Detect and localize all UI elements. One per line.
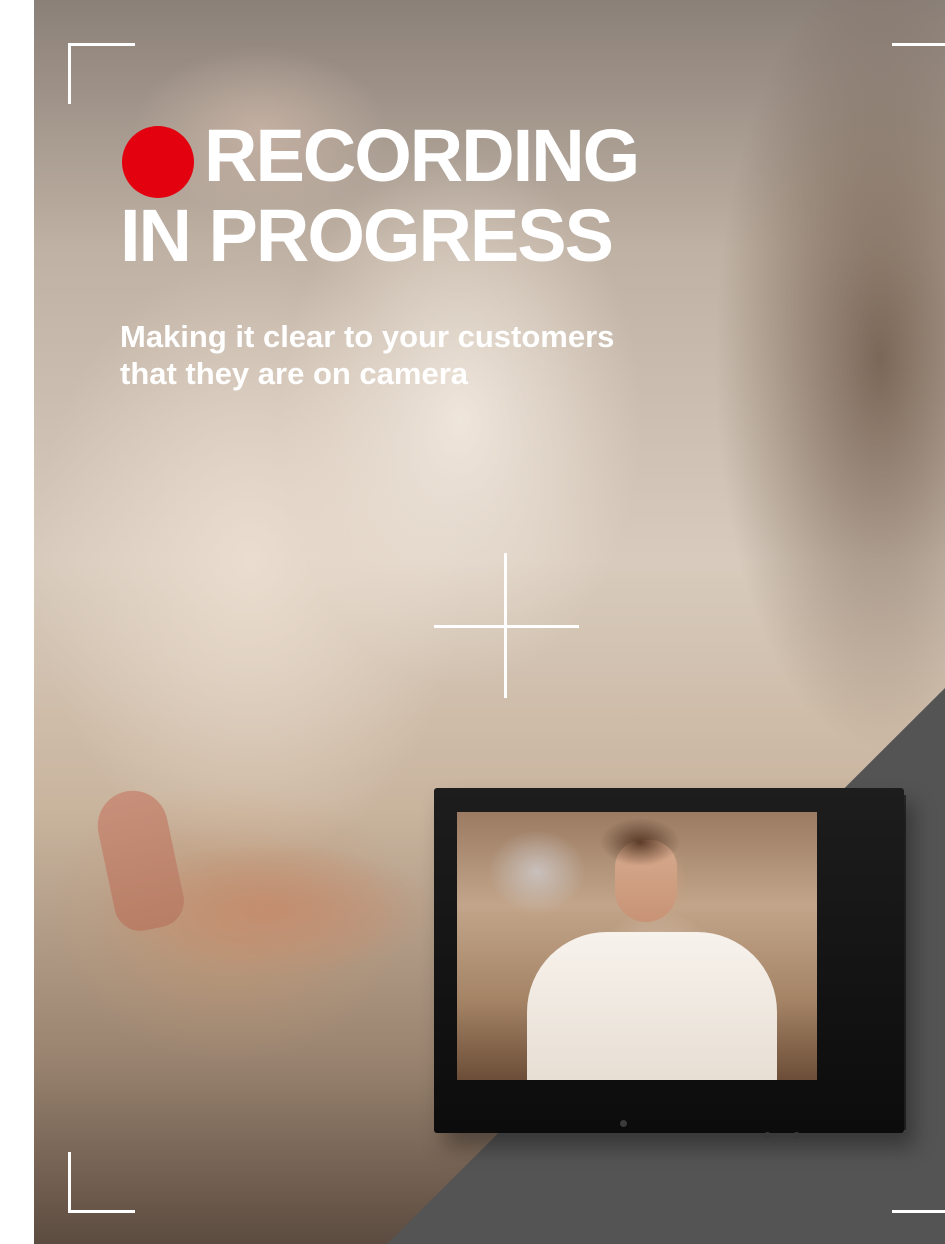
screen-person-hair (592, 812, 687, 867)
headline-line-2: IN PROGRESS (120, 194, 614, 277)
viewfinder-corner-top-left-icon (68, 43, 135, 104)
crosshair-vertical-icon (504, 553, 507, 698)
subheadline: Making it clear to your customers that t… (120, 318, 760, 392)
viewfinder-corner-bottom-right-icon (892, 1152, 945, 1213)
viewfinder-corner-top-right-icon (892, 43, 945, 104)
monitor-indicator-icon (793, 1132, 800, 1139)
monitor-camera-lens-icon (620, 1120, 627, 1127)
headline-line-1: RECORDING (204, 114, 640, 197)
record-dot-icon (122, 126, 194, 198)
monitor-screen (457, 812, 817, 1080)
monitor-indicator-icon (764, 1132, 771, 1139)
viewfinder-corner-bottom-left-icon (68, 1152, 135, 1213)
left-margin (0, 0, 34, 1244)
subheadline-line-1: Making it clear to your customers (120, 319, 615, 354)
hero-photo: RECORDING IN PROGRESS Making it clear to… (0, 0, 945, 1244)
subheadline-line-2: that they are on camera (120, 356, 469, 391)
screen-person-shirt (527, 932, 777, 1080)
